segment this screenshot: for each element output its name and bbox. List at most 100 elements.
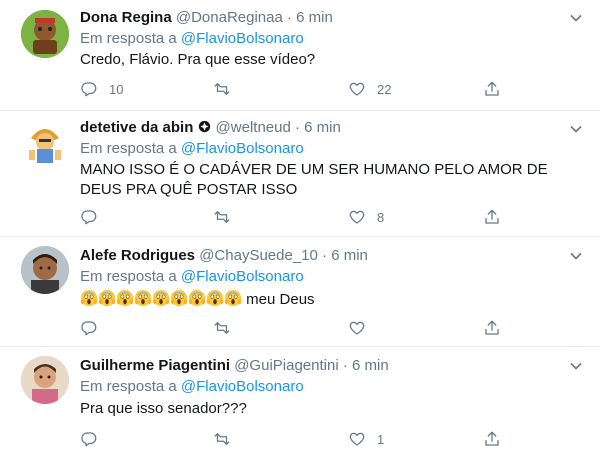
face-screaming-in-fear-emoji <box>188 289 206 307</box>
user-name[interactable]: Alefe Rodrigues <box>80 247 195 264</box>
share-button[interactable] <box>483 429 501 449</box>
face-screaming-in-fear-emoji <box>116 289 134 307</box>
tweet-header: detetive da abin @weltneud · 6 min <box>80 118 341 138</box>
separator-dot: · <box>287 9 292 26</box>
heart-icon <box>349 432 365 446</box>
share-button[interactable] <box>483 207 501 227</box>
reply-to-link[interactable]: @FlavioBolsonaro <box>181 30 304 47</box>
share-icon <box>485 431 499 446</box>
tweet-text: meu Deus <box>80 289 588 310</box>
timestamp[interactable]: 6 min <box>331 247 368 264</box>
reply-button[interactable] <box>80 318 109 338</box>
heart-icon <box>349 321 365 335</box>
reply-button[interactable] <box>80 429 109 449</box>
reply-icon <box>81 432 97 447</box>
tweet-header: Alefe Rodrigues @ChaySuede_10 · 6 min <box>80 246 368 266</box>
retweet-button[interactable] <box>213 79 242 99</box>
retweet-button[interactable] <box>213 429 242 449</box>
reply-prefix: Em resposta a <box>80 30 177 47</box>
avatar[interactable] <box>21 246 69 294</box>
tweet-text: MANO ISSO É O CADÁVER DE UM SER HUMANO P… <box>80 161 548 198</box>
user-name[interactable]: Guilherme Piagentini <box>80 357 230 374</box>
face-screaming-in-fear-emoji <box>170 289 188 307</box>
retweet-button[interactable] <box>213 318 242 338</box>
reply-to-link[interactable]: @FlavioBolsonaro <box>181 140 304 157</box>
reply-icon <box>81 82 97 97</box>
share-button[interactable] <box>483 318 501 338</box>
like-count: 1 <box>377 431 385 447</box>
avatar[interactable] <box>21 356 69 404</box>
like-button[interactable] <box>348 318 377 338</box>
retweet-icon <box>214 433 230 445</box>
tweet[interactable]: Alefe Rodrigues @ChaySuede_10 · 6 min Em… <box>0 237 600 346</box>
reply-context: Em resposta a @FlavioBolsonaro <box>80 29 304 49</box>
retweet-icon <box>214 83 230 95</box>
reply-to-link[interactable]: @FlavioBolsonaro <box>181 378 304 395</box>
reply-icon <box>81 210 97 225</box>
share-button[interactable] <box>483 79 501 99</box>
retweet-icon <box>214 322 230 334</box>
retweet-button[interactable] <box>213 207 242 227</box>
timestamp[interactable]: 6 min <box>296 9 333 26</box>
reply-icon <box>81 321 97 336</box>
reply-prefix: Em resposta a <box>80 378 177 395</box>
share-icon <box>485 81 499 96</box>
like-count: 8 <box>377 209 385 225</box>
tweet-actions: 10 22 <box>80 79 510 99</box>
like-button[interactable]: 1 <box>348 429 384 449</box>
face-screaming-in-fear-emoji <box>98 289 116 307</box>
reply-context: Em resposta a @FlavioBolsonaro <box>80 139 304 159</box>
user-name[interactable]: detetive da abin <box>80 119 193 136</box>
chevron-down-icon[interactable] <box>568 10 584 26</box>
share-icon <box>485 320 499 335</box>
timestamp[interactable]: 6 min <box>352 357 389 374</box>
like-count: 22 <box>377 81 392 97</box>
tweet-text-content: meu Deus <box>246 291 315 308</box>
tweet-header: Dona Regina @DonaReginaa · 6 min <box>80 8 333 28</box>
reply-prefix: Em resposta a <box>80 140 177 157</box>
verified-badge-icon <box>199 120 211 133</box>
reply-button[interactable] <box>80 207 109 227</box>
like-button[interactable]: 22 <box>348 79 391 99</box>
reply-to-link[interactable]: @FlavioBolsonaro <box>181 268 304 285</box>
like-button[interactable]: 8 <box>348 207 384 227</box>
user-handle[interactable]: @ChaySuede_10 <box>199 247 318 264</box>
separator-dot: · <box>342 357 348 374</box>
separator-dot: · <box>322 247 328 264</box>
user-handle[interactable]: @GuiPiagentini <box>234 357 338 374</box>
user-handle[interactable]: @weltneud <box>216 119 291 136</box>
user-handle[interactable]: @DonaReginaa <box>176 9 283 26</box>
heart-icon <box>349 210 365 224</box>
face-screaming-in-fear-emoji <box>152 289 170 307</box>
tweet-text: Credo, Flávio. Pra que esse vídeo? <box>80 51 316 68</box>
tweet[interactable]: Guilherme Piagentini @GuiPiagentini · 6 … <box>0 347 600 457</box>
chevron-down-icon[interactable] <box>568 248 584 264</box>
reply-button[interactable]: 10 <box>80 79 123 99</box>
face-screaming-in-fear-emoji <box>224 289 242 307</box>
reply-context: Em resposta a @FlavioBolsonaro <box>80 267 304 287</box>
separator-dot: · <box>295 119 300 136</box>
share-icon <box>485 209 499 224</box>
avatar[interactable] <box>21 10 69 58</box>
tweet-actions: 1 <box>80 429 510 449</box>
reply-context: Em resposta a @FlavioBolsonaro <box>80 377 304 397</box>
face-screaming-in-fear-emoji <box>134 289 152 307</box>
emoji-row <box>80 289 242 308</box>
heart-icon <box>349 82 365 96</box>
reply-count: 10 <box>109 81 124 97</box>
chevron-down-icon[interactable] <box>568 121 584 137</box>
retweet-icon <box>214 211 230 223</box>
tweet-actions <box>80 318 510 338</box>
tweet-text: Pra que isso senador??? <box>80 400 247 417</box>
user-name[interactable]: Dona Regina <box>80 9 172 26</box>
timestamp[interactable]: 6 min <box>304 119 341 136</box>
avatar[interactable] <box>21 118 69 166</box>
face-screaming-in-fear-emoji <box>206 289 224 307</box>
tweet-header: Guilherme Piagentini @GuiPiagentini · 6 … <box>80 356 389 376</box>
tweet[interactable]: Dona Regina @DonaReginaa · 6 min Em resp… <box>0 0 600 110</box>
reply-prefix: Em resposta a <box>80 268 177 285</box>
face-screaming-in-fear-emoji <box>80 289 98 307</box>
chevron-down-icon[interactable] <box>568 358 584 374</box>
tweet[interactable]: detetive da abin @weltneud · 6 min Em re… <box>0 111 600 236</box>
tweet-actions: 8 <box>80 207 510 227</box>
